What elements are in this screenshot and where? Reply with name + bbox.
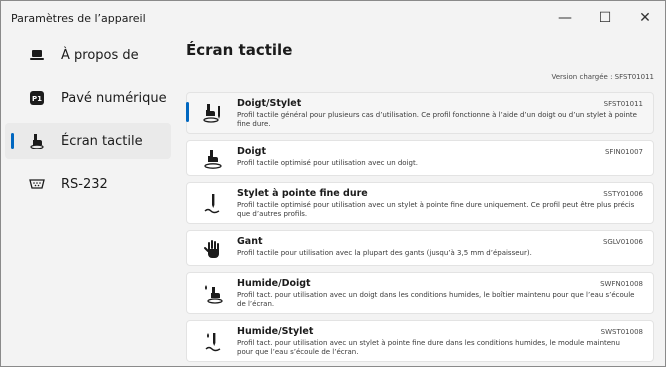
profile-card-finger[interactable]: Doigt SFIN01007 Profil tactile optimisé … — [186, 140, 654, 176]
title-bar[interactable]: Paramètres de l’appareil — ☐ ✕ — [1, 1, 665, 35]
profile-card-wet-finger[interactable]: Humide/Doigt SWFN01008 Profil tact. pour… — [186, 272, 654, 314]
profile-code: SWFN01008 — [600, 280, 643, 288]
profile-description: Profil tact. pour utilisation avec un do… — [237, 291, 635, 308]
glove-icon — [201, 237, 225, 261]
profile-name: Humide/Doigt — [237, 278, 311, 289]
loaded-version: Version chargée : SFST01011 — [551, 73, 655, 81]
close-button[interactable]: ✕ — [625, 1, 665, 35]
profile-description: Profil tactile optimisé pour utilisation… — [237, 201, 635, 218]
sidebar-item-label: RS-232 — [61, 176, 108, 192]
wet-finger-icon — [201, 281, 225, 305]
finger-touch-icon — [201, 147, 225, 171]
main-content: Écran tactile Version chargée : SFST0101… — [186, 41, 656, 362]
sidebar-item-about[interactable]: À propos de — [5, 37, 171, 73]
sidebar-item-label: À propos de — [61, 47, 139, 63]
sidebar-item-label: Écran tactile — [61, 133, 143, 149]
profile-description: Profil tact. pour utilisation avec un st… — [237, 339, 620, 356]
profile-code: SGLV01006 — [602, 238, 643, 246]
window-title: Paramètres de l’appareil — [11, 11, 146, 25]
profile-card-wet-stylus[interactable]: Humide/Stylet SWST01008 Profil tact. pou… — [186, 320, 654, 362]
profile-card-glove[interactable]: Gant SGLV01006 Profil tactile pour utili… — [186, 230, 654, 266]
page-title: Écran tactile — [186, 41, 293, 59]
profile-code: SFIN01007 — [604, 148, 643, 156]
profile-name: Doigt — [237, 146, 267, 157]
sidebar-item-touchscreen[interactable]: Écran tactile — [5, 123, 171, 159]
profile-card-finger-stylus[interactable]: Doigt/Stylet SFST01011 Profil tactile gé… — [186, 92, 654, 134]
touch-hand-icon — [29, 133, 45, 149]
profile-name: Humide/Stylet — [237, 326, 314, 337]
profile-card-stylus[interactable]: Stylet à pointe fine dure SSTY01006 Prof… — [186, 182, 654, 224]
svg-text:P1: P1 — [32, 95, 42, 103]
window-controls: — ☐ ✕ — [545, 1, 665, 35]
profile-name: Stylet à pointe fine dure — [237, 188, 368, 199]
profile-name: Gant — [237, 236, 263, 247]
serial-port-icon — [29, 176, 45, 192]
profile-description: Profil tactile pour utilisation avec la … — [237, 249, 532, 257]
minimize-button[interactable]: — — [545, 1, 585, 35]
sidebar-item-rs232[interactable]: RS-232 — [5, 166, 171, 202]
profile-description: Profil tactile optimisé pour utilisation… — [237, 159, 418, 167]
profile-code: SWST01008 — [600, 328, 643, 336]
profile-description: Profil tactile général pour plusieurs ca… — [237, 111, 637, 128]
p1-keypad-icon: P1 — [29, 90, 45, 106]
maximize-button[interactable]: ☐ — [585, 1, 625, 35]
sidebar-item-label: Pavé numérique — [61, 90, 167, 106]
profile-name: Doigt/Stylet — [237, 98, 302, 109]
finger-stylus-icon — [201, 101, 225, 125]
sidebar-nav: À propos de P1 Pavé numérique Écran tact… — [5, 37, 171, 209]
laptop-icon — [29, 47, 45, 63]
sidebar-item-keypad[interactable]: P1 Pavé numérique — [5, 80, 171, 116]
settings-window: Paramètres de l’appareil — ☐ ✕ À propos … — [0, 0, 666, 367]
profile-code: SSTY01006 — [603, 190, 643, 198]
wet-stylus-icon — [201, 329, 225, 353]
profile-code: SFST01011 — [603, 100, 643, 108]
stylus-icon — [201, 191, 225, 215]
